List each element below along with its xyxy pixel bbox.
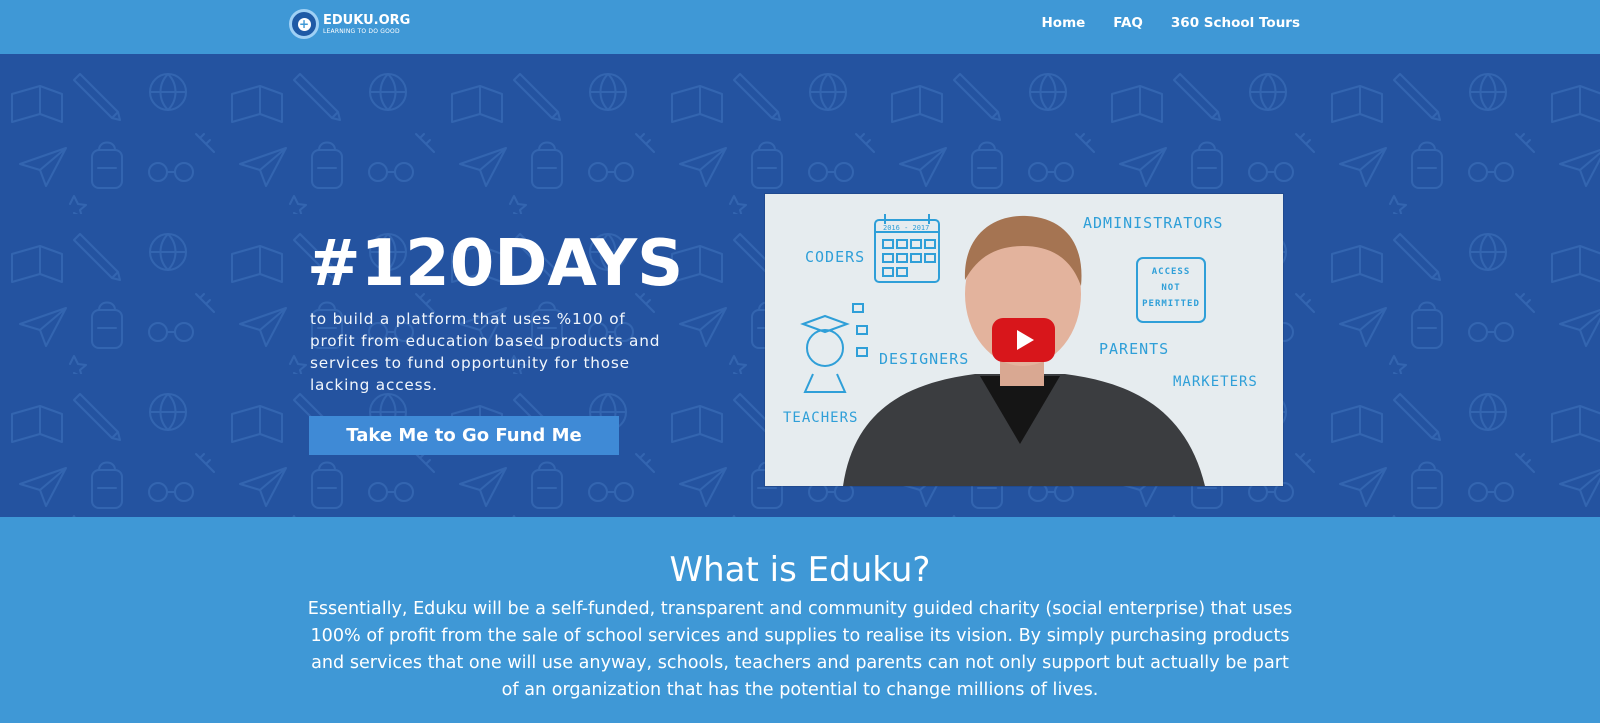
nav-link-360-school-tours[interactable]: 360 School Tours: [1171, 14, 1300, 32]
logo-wordmark: EDUKU.ORG LEARNING TO DO GOOD: [323, 14, 410, 35]
calendar-label: 2016 - 2017: [883, 224, 930, 232]
nav-link-faq[interactable]: FAQ: [1113, 14, 1143, 32]
whiteboard-word-coders: CODERS: [805, 248, 866, 266]
logo-link[interactable]: + EDUKU.ORG LEARNING TO DO GOOD: [289, 8, 410, 40]
brand-name: EDUKU.ORG: [323, 12, 411, 28]
nav-link-home[interactable]: Home: [1042, 14, 1086, 32]
top-navbar: + EDUKU.ORG LEARNING TO DO GOOD Home FAQ…: [0, 0, 1600, 54]
whiteboard-word-parents: PARENTS: [1099, 340, 1170, 358]
whiteboard-word-marketers: MARKETERS: [1173, 374, 1258, 390]
sign-line-1: ACCESS: [1151, 267, 1191, 277]
video-embed[interactable]: CODERS ADMINISTRATORS DESIGNERS PARENTS …: [765, 194, 1283, 486]
play-triangle: [1017, 330, 1034, 350]
hero-subtitle: to build a platform that uses %100 of pr…: [310, 310, 661, 394]
brand-tagline: LEARNING TO DO GOOD: [323, 27, 400, 35]
access-not-permitted-sign: ACCESS NOT PERMITTED: [1141, 264, 1201, 312]
whiteboard-word-teachers: TEACHERS: [783, 410, 859, 426]
whiteboard-word-administrators: ADMINISTRATORS: [1083, 214, 1224, 232]
whiteboard-word-designers: DESIGNERS: [879, 350, 970, 368]
plus-icon: +: [297, 16, 311, 31]
main-nav: Home FAQ 360 School Tours: [1014, 14, 1301, 32]
sign-line-3: PERMITTED: [1142, 299, 1200, 309]
youtube-play-icon[interactable]: [992, 318, 1055, 362]
go-fund-me-button[interactable]: Take Me to Go Fund Me: [309, 416, 619, 455]
hero-title: #120DAYS: [307, 227, 684, 301]
about-title: What is Eduku?: [669, 550, 931, 590]
sign-line-2: NOT: [1161, 283, 1181, 293]
about-section: What is Eduku? Essentially, Eduku will b…: [0, 517, 1600, 723]
about-description: Essentially, Eduku will be a self-funded…: [307, 599, 1293, 700]
hero-section: #120DAYS to build a platform that uses %…: [0, 54, 1600, 517]
logo-badge: +: [289, 9, 319, 39]
